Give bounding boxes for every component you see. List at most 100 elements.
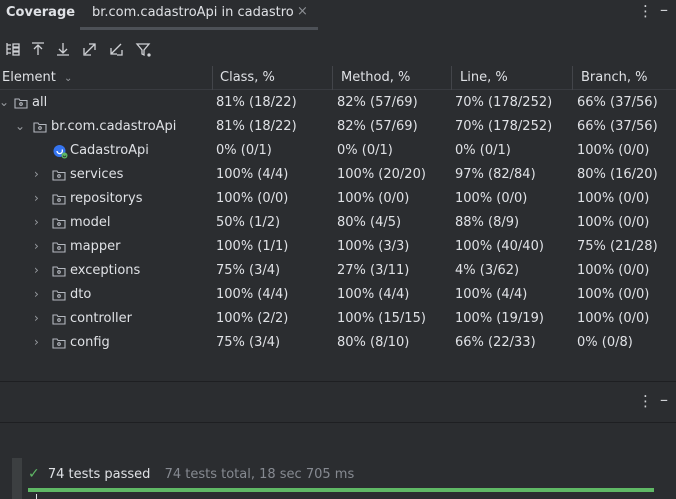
table-row[interactable]: › model 50% (1/2) 80% (4/5) 88% (8/9) 10…: [0, 212, 676, 236]
column-separator[interactable]: [451, 66, 452, 90]
line-coverage: 100% (40/40): [455, 239, 544, 254]
row-name: exceptions: [70, 263, 141, 278]
package-icon: [52, 264, 66, 278]
table-row[interactable]: ⌄ all 81% (18/22) 82% (57/69) 70% (178/2…: [0, 92, 676, 116]
method-coverage: 100% (15/15): [337, 311, 426, 326]
row-name: services: [70, 167, 124, 182]
branch-coverage: 80% (16/20): [577, 167, 658, 182]
header-branch[interactable]: Branch, %: [581, 66, 647, 90]
method-coverage: 100% (0/0): [337, 191, 410, 206]
branch-coverage: 100% (0/0): [577, 143, 650, 158]
package-icon: [52, 192, 66, 206]
branch-coverage: 100% (0/0): [577, 287, 650, 302]
chevron-right-icon[interactable]: ›: [34, 311, 39, 325]
tests-passed-label: 74 tests passed: [47, 467, 151, 482]
branch-coverage: 75% (21/28): [577, 239, 658, 254]
flatten-packages-icon[interactable]: [4, 40, 22, 58]
chevron-right-icon[interactable]: ›: [34, 215, 39, 229]
chevron-right-icon[interactable]: ›: [34, 335, 39, 349]
minimize-icon[interactable]: –: [660, 390, 668, 409]
chevron-right-icon[interactable]: ›: [34, 191, 39, 205]
chevron-right-icon[interactable]: ›: [34, 263, 39, 277]
row-name: br.com.cadastroApi: [51, 119, 177, 134]
chevron-right-icon[interactable]: ›: [34, 167, 39, 181]
expand-all-icon[interactable]: [29, 40, 47, 58]
panel-title: Coverage: [6, 5, 76, 20]
chevron-down-icon[interactable]: ⌄: [15, 119, 25, 133]
column-separator[interactable]: [212, 66, 213, 90]
class-coverage: 75% (3/4): [216, 335, 281, 350]
active-tab-indicator: [80, 27, 318, 30]
row-name: controller: [70, 311, 133, 326]
folder-icon: [14, 96, 28, 110]
row-name: mapper: [70, 239, 121, 254]
minimize-icon[interactable]: –: [660, 0, 668, 19]
row-name: dto: [70, 287, 92, 302]
row-name: CadastroApi: [70, 143, 149, 158]
collapse-all-icon[interactable]: [54, 40, 72, 58]
class-coverage: 81% (18/22): [216, 119, 297, 134]
header-method[interactable]: Method, %: [341, 66, 410, 90]
more-options-icon[interactable]: ⋮: [638, 2, 653, 20]
package-icon: [52, 336, 66, 350]
line-coverage: 97% (82/84): [455, 167, 536, 182]
line-coverage: 100% (19/19): [455, 311, 544, 326]
chevron-right-icon[interactable]: ›: [34, 287, 39, 301]
close-icon[interactable]: ×: [297, 4, 308, 19]
package-icon: [52, 168, 66, 182]
class-coverage: 100% (1/1): [216, 239, 289, 254]
tool-window-header: Coverage br.com.cadastroApi in cadastro …: [0, 0, 676, 30]
chevron-down-icon: ⌄: [63, 73, 73, 84]
table-row[interactable]: ⌄ br.com.cadastroApi 81% (18/22) 82% (57…: [0, 116, 676, 140]
table-row[interactable]: › repositorys 100% (0/0) 100% (0/0) 100%…: [0, 188, 676, 212]
package-icon: [52, 288, 66, 302]
column-separator[interactable]: [332, 66, 333, 90]
package-icon: [52, 216, 66, 230]
table-row[interactable]: › dto 100% (4/4) 100% (4/4) 100% (4/4) 1…: [0, 284, 676, 308]
line-coverage: 66% (22/33): [455, 335, 536, 350]
line-coverage: 4% (3/62): [455, 263, 520, 278]
method-coverage: 100% (20/20): [337, 167, 426, 182]
header-class[interactable]: Class, %: [220, 66, 275, 90]
table-row[interactable]: › exceptions 75% (3/4) 27% (3/11) 4% (3/…: [0, 260, 676, 284]
method-coverage: 27% (3/11): [337, 263, 410, 278]
branch-coverage: 100% (0/0): [577, 215, 650, 230]
navigate-icon[interactable]: [81, 40, 99, 58]
test-progress-bar: [28, 488, 654, 492]
header-line[interactable]: Line, %: [460, 66, 508, 90]
tab-coverage-suite[interactable]: br.com.cadastroApi in cadastro ×: [80, 0, 318, 30]
column-separator[interactable]: [572, 66, 573, 90]
header-element[interactable]: Element ⌄: [2, 66, 72, 90]
method-coverage: 100% (4/4): [337, 287, 410, 302]
branch-coverage: 100% (0/0): [577, 263, 650, 278]
branch-coverage: 66% (37/56): [577, 95, 658, 110]
table-header: Element ⌄ Class, % Method, % Line, % Bra…: [0, 66, 676, 90]
check-icon: ✓: [28, 466, 40, 482]
spring-boot-class-icon: [52, 143, 68, 159]
row-name: repositorys: [70, 191, 143, 206]
class-coverage: 75% (3/4): [216, 263, 281, 278]
import-icon[interactable]: [107, 40, 125, 58]
table-row[interactable]: › controller 100% (2/2) 100% (15/15) 100…: [0, 308, 676, 332]
table-row[interactable]: › mapper 100% (1/1) 100% (3/3) 100% (40/…: [0, 236, 676, 260]
class-coverage: 100% (4/4): [216, 287, 289, 302]
method-coverage: 80% (8/10): [337, 335, 410, 350]
test-status: ✓ 74 tests passed 74 tests total, 18 sec…: [28, 466, 354, 482]
row-name: model: [70, 215, 111, 230]
filter-icon[interactable]: [134, 40, 152, 58]
table-row[interactable]: CadastroApi 0% (0/1) 0% (0/1) 0% (0/1) 1…: [0, 140, 676, 164]
row-name: all: [32, 95, 48, 110]
line-coverage: 70% (178/252): [455, 95, 553, 110]
run-gutter: [12, 458, 22, 499]
table-row[interactable]: › services 100% (4/4) 100% (20/20) 97% (…: [0, 164, 676, 188]
chevron-right-icon[interactable]: ›: [34, 239, 39, 253]
tab-label: br.com.cadastroApi in cadastro: [92, 5, 294, 20]
more-options-icon[interactable]: ⋮: [638, 392, 653, 410]
method-coverage: 80% (4/5): [337, 215, 402, 230]
text-cursor: [36, 494, 37, 499]
branch-coverage: 100% (0/0): [577, 311, 650, 326]
line-coverage: 100% (0/0): [455, 191, 528, 206]
table-row[interactable]: › config 75% (3/4) 80% (8/10) 66% (22/33…: [0, 332, 676, 356]
secondary-panel-header: ⋮ –: [0, 382, 676, 422]
chevron-down-icon[interactable]: ⌄: [0, 95, 9, 109]
